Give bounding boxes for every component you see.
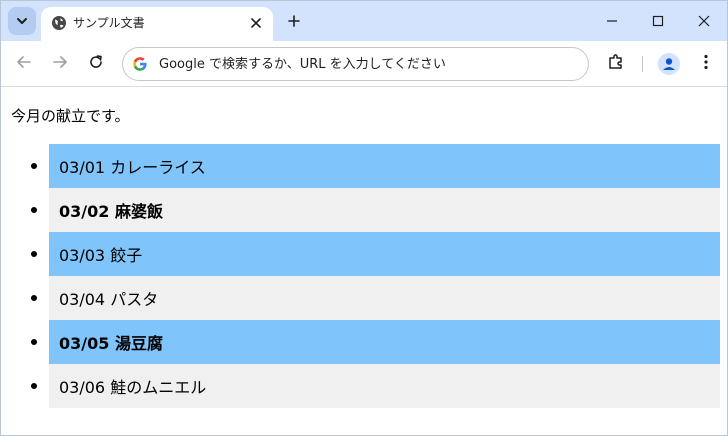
menu-item-text: 03/06 鮭のムニエル: [59, 378, 207, 397]
menu-item: 03/06 鮭のムニエル: [31, 364, 720, 408]
page-content: 今月の献立です。 03/01 カレーライス 03/02 麻婆飯 03/03 餃子 03…: [1, 88, 727, 435]
back-button[interactable]: [11, 51, 37, 77]
reload-button[interactable]: [83, 51, 109, 77]
new-tab-button[interactable]: [283, 10, 305, 32]
forward-button[interactable]: [47, 51, 73, 77]
toolbar: Google で検索するか、URL を入力してください: [1, 41, 727, 87]
menu-button[interactable]: [693, 51, 719, 77]
menu-item: 03/03 餃子: [31, 232, 720, 276]
window-close-icon: [698, 12, 710, 31]
list-bullet: [31, 295, 37, 301]
profile-icon: [658, 53, 680, 75]
profile-button[interactable]: [658, 53, 680, 75]
forward-arrow-icon: [52, 54, 68, 74]
list-bullet: [31, 163, 37, 169]
menu-item-text: 03/03 餃子: [59, 246, 143, 265]
browser-window: サンプル文書 Google で検索するか、URL を入力してください 今月の献立…: [0, 0, 728, 436]
back-arrow-icon: [16, 54, 32, 74]
list-bullet: [31, 383, 37, 389]
globe-icon: [51, 15, 67, 31]
menu-list: 03/01 カレーライス 03/02 麻婆飯 03/03 餃子 03/04 パスタ 03…: [31, 144, 720, 408]
tab-active[interactable]: サンプル文書: [41, 7, 273, 41]
extensions-button[interactable]: [603, 51, 629, 77]
list-bullet: [31, 207, 37, 213]
list-bullet: [31, 339, 37, 345]
intro-text: 今月の献立です。: [11, 107, 130, 125]
reload-icon: [88, 54, 104, 74]
menu-item-text: 03/01 カレーライス: [59, 158, 206, 177]
maximize-window-control[interactable]: [635, 1, 681, 41]
tab-search-icon: [16, 12, 28, 31]
maximize-icon: [652, 12, 664, 31]
menu-item: 03/04 パスタ: [31, 276, 720, 320]
close-window-control[interactable]: [681, 1, 727, 41]
address-bar[interactable]: Google で検索するか、URL を入力してください: [122, 47, 589, 81]
menu-item: 03/01 カレーライス: [31, 144, 720, 188]
list-bullet: [31, 251, 37, 257]
toolbar-separator: [642, 56, 643, 72]
tab-search-button[interactable]: [8, 7, 36, 35]
omnibox-placeholder: Google で検索するか、URL を入力してください: [159, 57, 446, 72]
menu-item: 03/05 湯豆腐: [31, 320, 720, 364]
tab-title: サンプル文書: [73, 16, 145, 30]
google-icon: [132, 56, 148, 72]
more-icon: [704, 54, 708, 74]
menu-item-text: 03/04 パスタ: [59, 290, 159, 309]
menu-item: 03/02 麻婆飯: [31, 188, 720, 232]
menu-item-text: 03/02 麻婆飯: [59, 202, 163, 221]
minimize-icon: [606, 12, 618, 31]
minimize-window-control[interactable]: [589, 1, 635, 41]
menu-item-text: 03/05 湯豆腐: [59, 334, 163, 353]
plus-icon: [288, 12, 300, 31]
close-icon[interactable]: [247, 14, 265, 32]
extensions-icon: [607, 53, 625, 75]
